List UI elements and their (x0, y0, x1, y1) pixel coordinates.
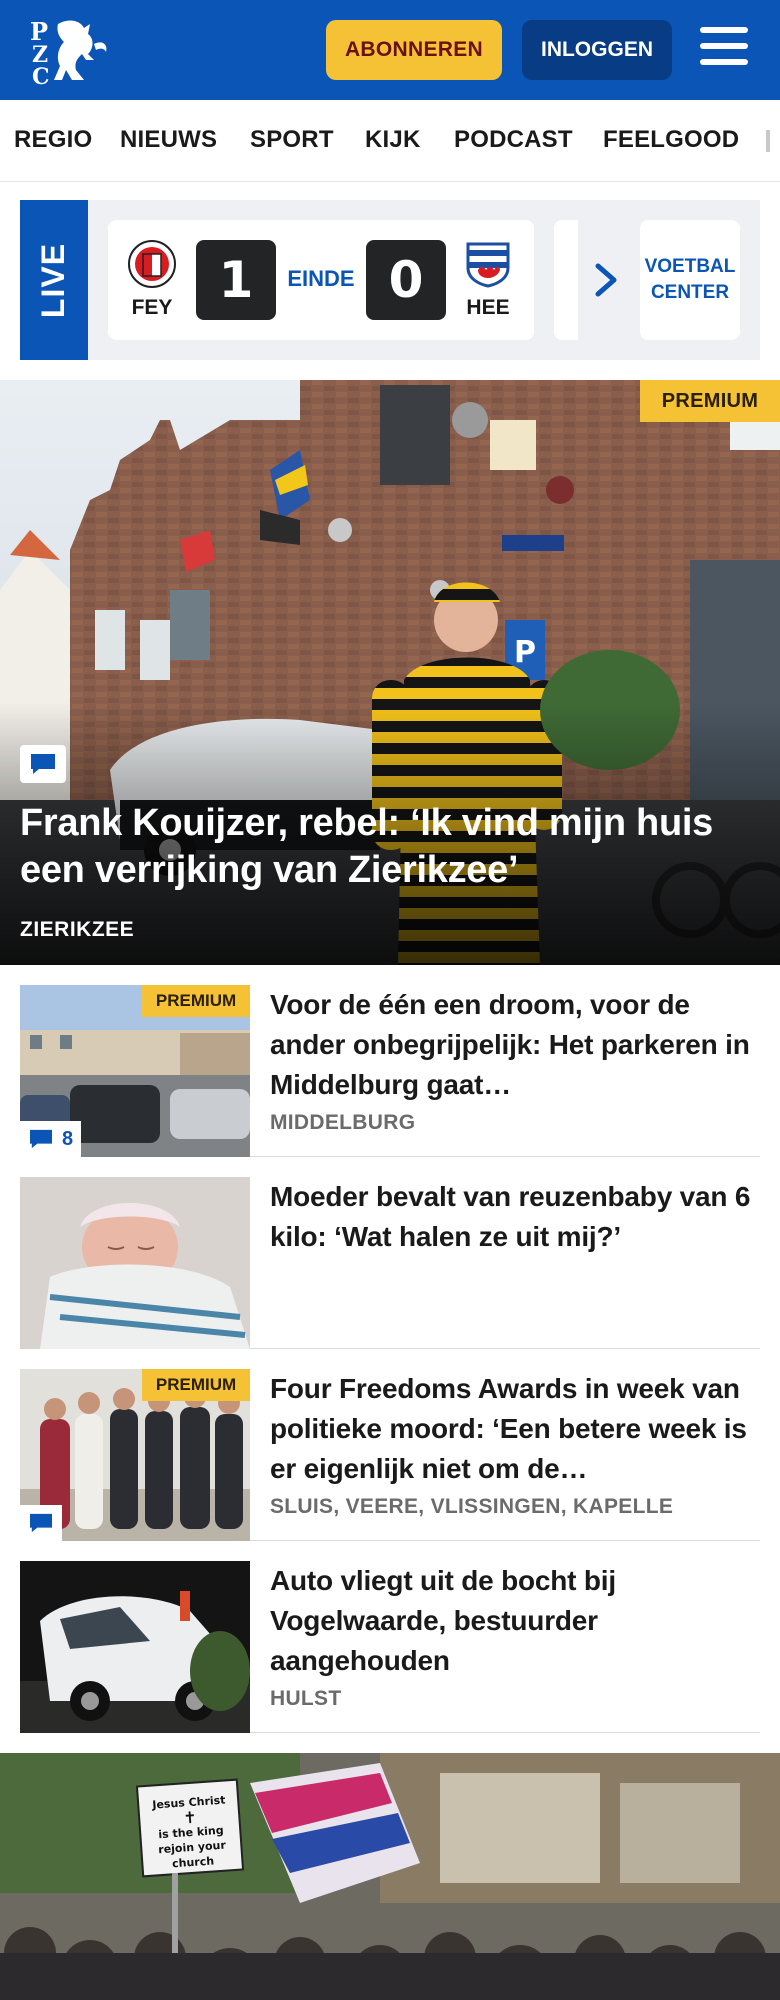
premium-badge: PREMIUM (640, 380, 780, 422)
nav-item-nieuws[interactable]: NIEUWS (120, 126, 217, 154)
feyenoord-crest-icon (128, 240, 176, 288)
away-team-code: HEE (466, 296, 510, 319)
article-location: SLUIS, VEERE, VLISSINGEN, KAPELLE (270, 1495, 674, 1518)
top-header: P Z C ABONNEREN INLOGGEN (0, 0, 780, 100)
hero-article[interactable]: P PREMIUM Frank Kouijzer, rebel: ‘Ik vin… (0, 380, 780, 965)
live-scoreboard: LIVE FEY 1 EINDE 0 HEE VOETBAL CENTER (20, 200, 760, 360)
next-article-photo[interactable]: Jesus Christ ✝ is the king rejoin your c… (0, 1753, 780, 2000)
comment-count (20, 1505, 62, 1541)
article-location: HULST (270, 1687, 342, 1710)
article-thumbnail (20, 1561, 250, 1733)
article-item[interactable]: Auto vliegt uit de bocht bij Vogelwaarde… (20, 1541, 760, 1733)
nav-item-kijk[interactable]: KIJK (365, 126, 420, 154)
pzc-logo[interactable]: P Z C (28, 14, 112, 90)
chevron-right-icon[interactable] (592, 260, 622, 300)
nav-more-indicator (766, 130, 770, 152)
article-thumbnail: PREMIUM (20, 1369, 250, 1541)
away-score: 0 (366, 240, 446, 320)
article-thumbnail: PREMIUM 8 (20, 985, 250, 1157)
premium-badge: PREMIUM (142, 985, 250, 1017)
section-nav: REGIO NIEUWS SPORT KIJK PODCAST FEELGOOD (0, 100, 780, 182)
comment-icon (30, 1129, 52, 1149)
hero-location: ZIERIKZEE (20, 918, 135, 941)
match-status: EINDE (287, 266, 355, 291)
article-headline[interactable]: Moeder bevalt van reuzenbaby van 6 kilo:… (270, 1177, 756, 1257)
home-team-code: FEY (131, 296, 173, 319)
article-headline[interactable]: Four Freedoms Awards in week van politie… (270, 1369, 756, 1489)
comment-icon (30, 1513, 52, 1533)
article-location: MIDDELBURG (270, 1111, 416, 1134)
article-headline[interactable]: Auto vliegt uit de bocht bij Vogelwaarde… (270, 1561, 756, 1681)
login-button[interactable]: INLOGGEN (522, 20, 672, 80)
live-label: LIVE (20, 200, 88, 360)
nav-item-regio[interactable]: REGIO (14, 126, 92, 154)
article-thumbnail (20, 1177, 250, 1349)
comment-icon (20, 745, 66, 783)
article-item[interactable]: PREMIUM Four Freedoms Awards in week van… (20, 1349, 760, 1541)
subscribe-button[interactable]: ABONNEREN (326, 20, 502, 80)
protest-sign: Jesus Christ ✝ is the king rejoin your c… (151, 1793, 227, 1871)
voetbal-center-button[interactable]: VOETBAL CENTER (640, 220, 740, 340)
article-item[interactable]: PREMIUM 8 Voor de één een droom, voor de… (20, 965, 760, 1157)
heerenveen-crest-icon (466, 242, 510, 288)
nav-item-podcast[interactable]: PODCAST (454, 126, 573, 154)
match-card[interactable]: FEY 1 EINDE 0 HEE (108, 220, 534, 340)
next-match-card[interactable] (554, 220, 578, 340)
home-score: 1 (196, 240, 276, 320)
nav-item-sport[interactable]: SPORT (250, 126, 334, 154)
article-item[interactable]: Moeder bevalt van reuzenbaby van 6 kilo:… (20, 1157, 760, 1349)
comment-count: 8 (20, 1121, 82, 1157)
nav-item-feelgood[interactable]: FEELGOOD (603, 126, 739, 154)
premium-badge: PREMIUM (142, 1369, 250, 1401)
hero-headline[interactable]: Frank Kouijzer, rebel: ‘Ik vind mijn hui… (20, 800, 765, 894)
svg-text:C: C (32, 64, 50, 86)
hamburger-menu-icon[interactable] (700, 27, 752, 71)
article-headline[interactable]: Voor de één een droom, voor de ander onb… (270, 985, 756, 1105)
